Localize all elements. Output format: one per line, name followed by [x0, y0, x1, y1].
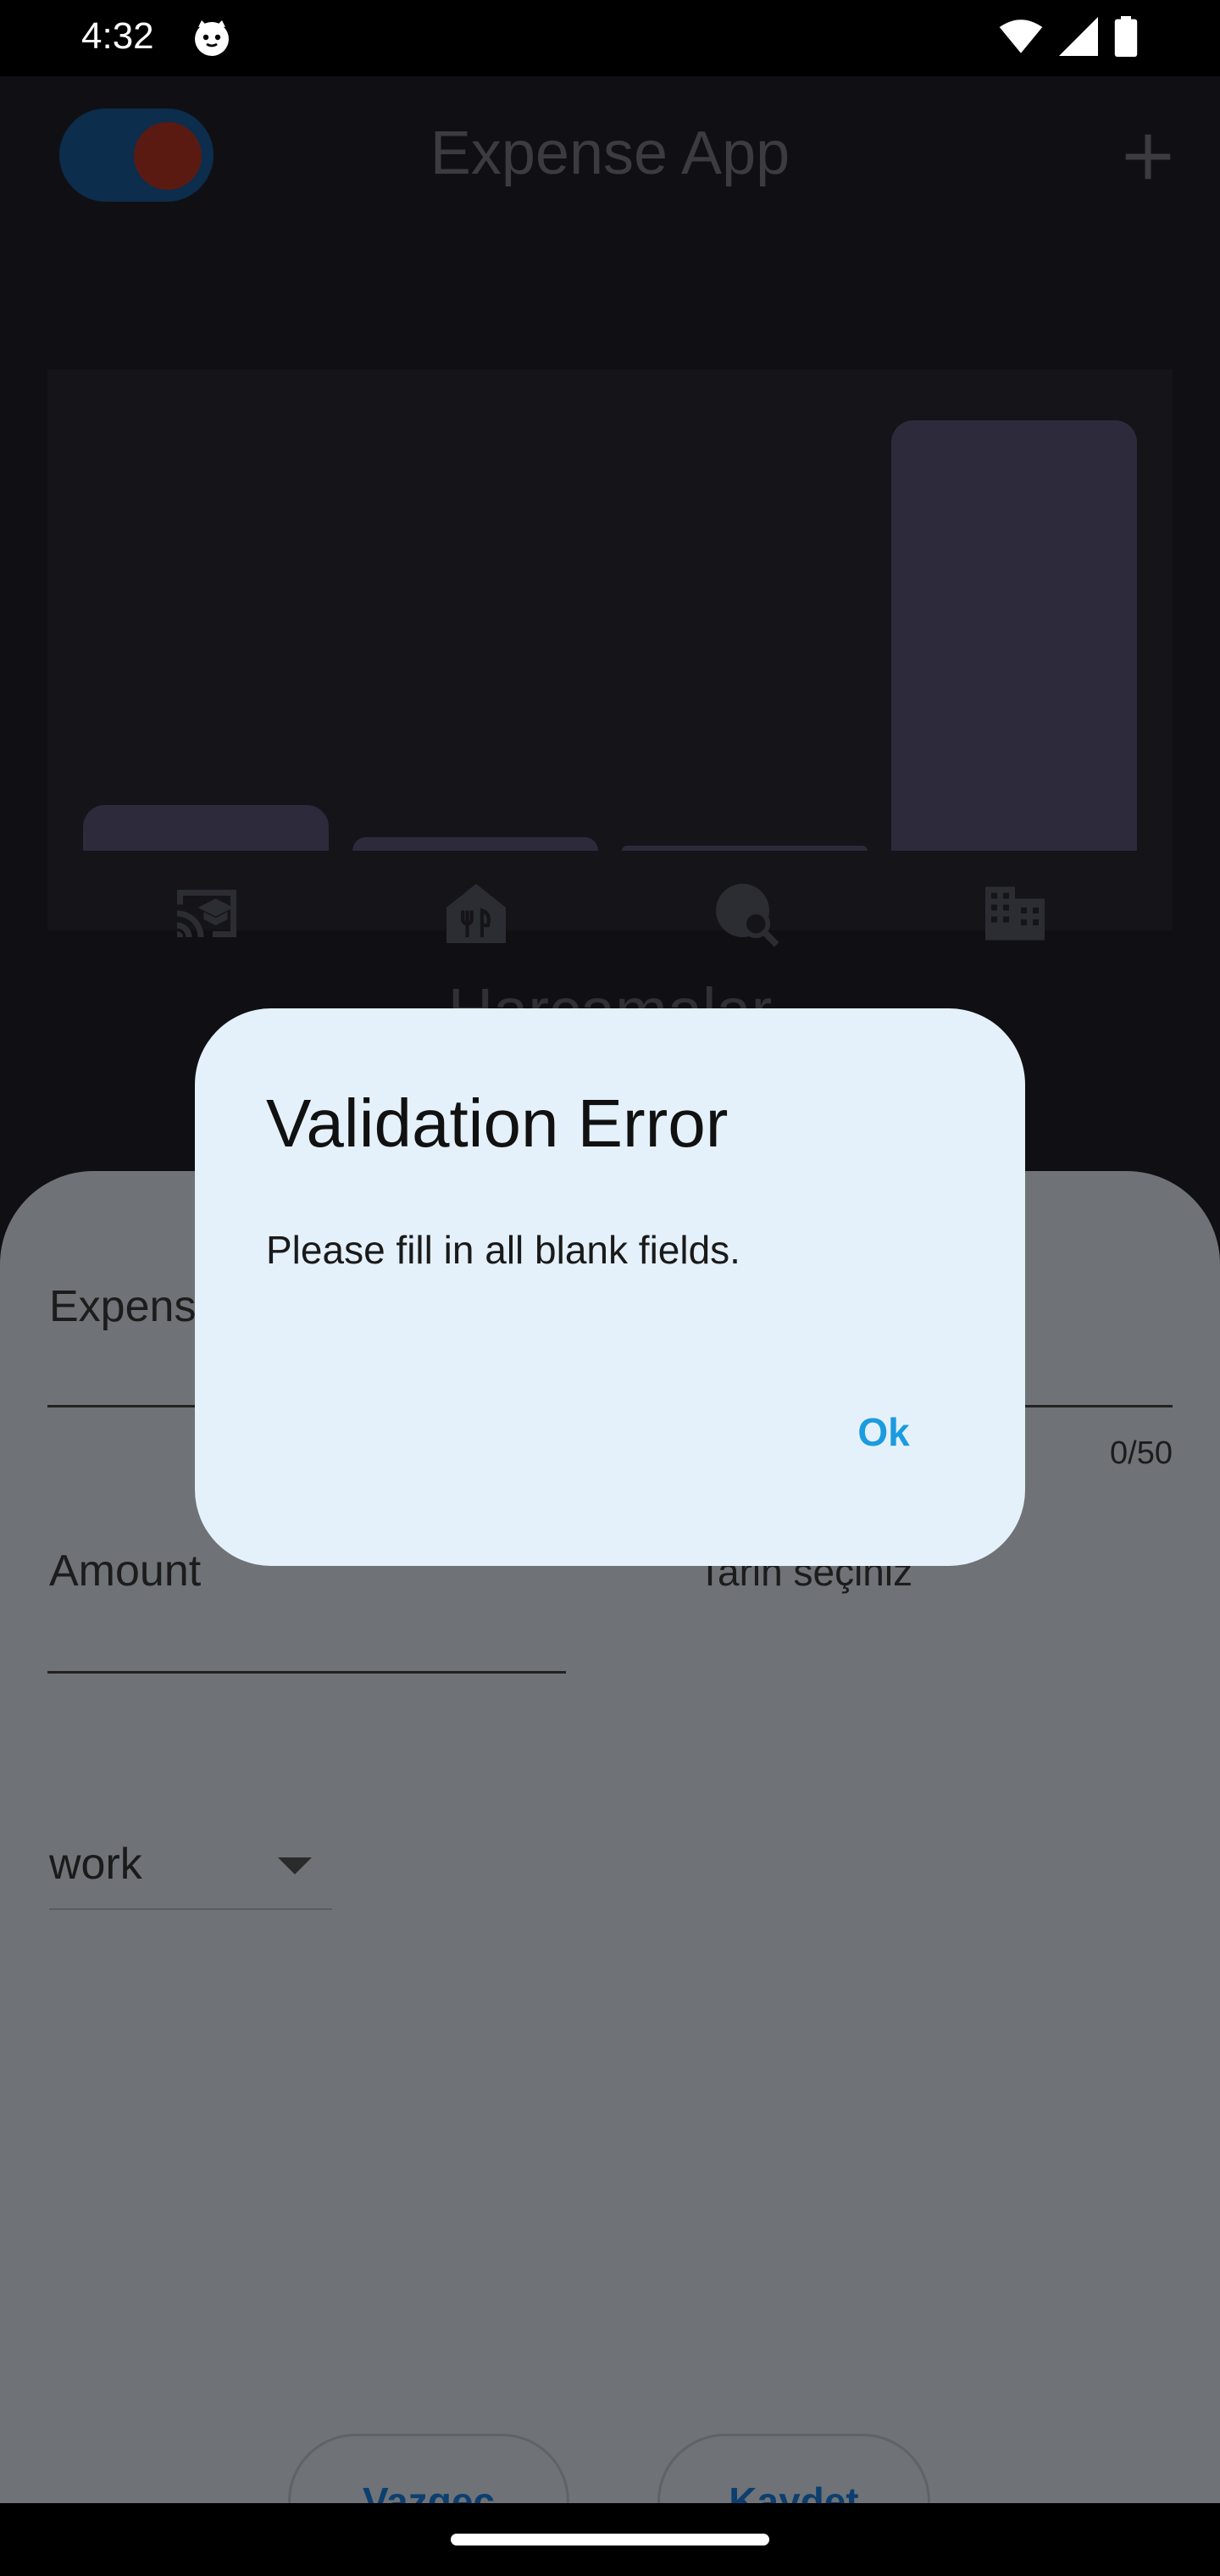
category-dropdown-value: work: [49, 1840, 142, 1889]
chart-bar-travel: [622, 846, 868, 851]
status-icons: [998, 15, 1139, 58]
signal-icon: [1059, 17, 1098, 56]
food-icon: [446, 884, 506, 943]
category-dropdown-underline: [49, 1908, 332, 1910]
status-time: 4:32: [81, 15, 154, 57]
amount-input[interactable]: [47, 1671, 566, 1674]
chart-bar-leisure: [83, 805, 329, 851]
system-nav-bar: [0, 2503, 1220, 2576]
travel-icon: [716, 884, 779, 947]
status-bar: 4:32: [0, 0, 1220, 76]
work-icon: [985, 886, 1045, 941]
home-gesture-handle[interactable]: [451, 2534, 769, 2545]
chevron-down-icon: [278, 1857, 312, 1874]
dialog-message: Please fill in all blank fields.: [266, 1228, 740, 1272]
validation-error-dialog: Validation Error Please fill in all blan…: [195, 1008, 1025, 1566]
leisure-icon: [177, 890, 236, 937]
dialog-title: Validation Error: [266, 1085, 729, 1161]
wifi-icon: [999, 19, 1043, 53]
app-title: Expense App: [430, 119, 790, 187]
chart-bar-work: [891, 420, 1137, 851]
cat-icon: [195, 20, 229, 56]
chart-bar-food: [352, 837, 598, 851]
expense-chart: [47, 369, 1173, 947]
app-bar: Expense App: [0, 76, 1220, 229]
add-icon[interactable]: [1118, 127, 1178, 186]
ok-button[interactable]: Ok: [812, 1390, 956, 1474]
amount-field-label: Amount: [49, 1546, 202, 1596]
battery-icon: [1114, 16, 1138, 57]
title-char-counter: 0/50: [1110, 1435, 1173, 1471]
